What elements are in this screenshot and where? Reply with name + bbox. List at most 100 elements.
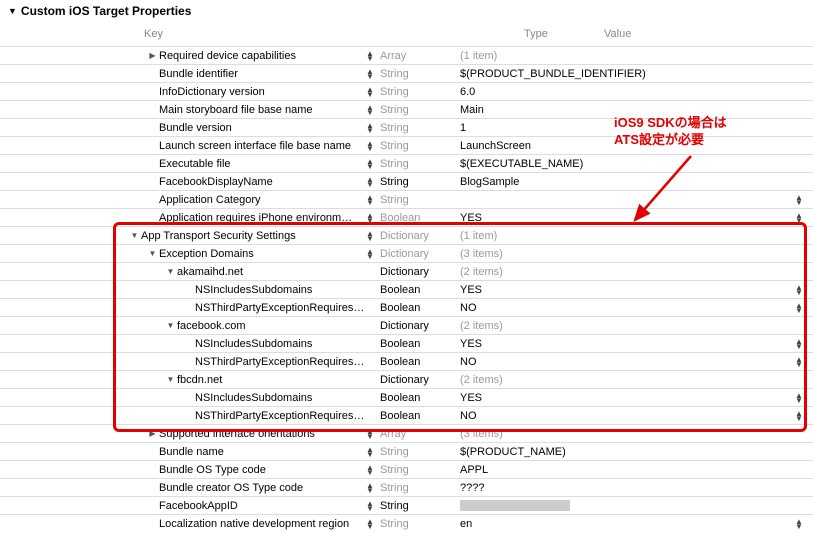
key-stepper-icon[interactable]: ▲▼ [364, 249, 376, 259]
key-text[interactable]: Exception Domains [159, 248, 364, 260]
plist-row[interactable]: Localization native development region▲▼… [0, 514, 813, 532]
type-text[interactable]: Boolean [380, 392, 460, 404]
disclosure-down-icon[interactable]: ▼ [166, 321, 175, 330]
type-text[interactable]: Array [380, 428, 460, 440]
value-cell[interactable]: $(EXECUTABLE_NAME) [460, 158, 793, 170]
disclosure-down-icon[interactable]: ▼ [166, 267, 175, 276]
type-text[interactable]: String [380, 500, 460, 512]
type-text[interactable]: String [380, 140, 460, 152]
type-text[interactable]: String [380, 446, 460, 458]
value-stepper-icon[interactable]: ▲▼ [793, 195, 805, 205]
key-text[interactable]: Bundle version [159, 122, 364, 134]
key-text[interactable]: InfoDictionary version [159, 86, 364, 98]
key-text[interactable]: Main storyboard file base name [159, 104, 364, 116]
value-cell[interactable]: (2 items) [460, 374, 793, 386]
key-stepper-icon[interactable]: ▲▼ [364, 177, 376, 187]
key-text[interactable]: NSIncludesSubdomains [195, 284, 376, 296]
type-text[interactable]: Dictionary [380, 248, 460, 260]
key-stepper-icon[interactable]: ▲▼ [364, 501, 376, 511]
plist-row[interactable]: NSIncludesSubdomainsBooleanYES▲▼ [0, 334, 813, 352]
plist-row[interactable]: NSIncludesSubdomainsBooleanYES▲▼ [0, 280, 813, 298]
value-cell[interactable]: (3 items) [460, 428, 793, 440]
disclosure-down-icon[interactable]: ▼ [130, 231, 139, 240]
key-text[interactable]: Bundle creator OS Type code [159, 482, 364, 494]
plist-row[interactable]: ▼facebook.comDictionary(2 items) [0, 316, 813, 334]
value-cell[interactable]: LaunchScreen [460, 140, 793, 152]
key-text[interactable]: Application requires iPhone environm… [159, 212, 364, 224]
plist-row[interactable]: NSThirdPartyExceptionRequires…BooleanNO▲… [0, 352, 813, 370]
plist-row[interactable]: FacebookDisplayName▲▼StringBlogSample [0, 172, 813, 190]
type-text[interactable]: Boolean [380, 302, 460, 314]
type-text[interactable]: String [380, 122, 460, 134]
key-stepper-icon[interactable]: ▲▼ [364, 429, 376, 439]
plist-row[interactable]: FacebookAppID▲▼String [0, 496, 813, 514]
disclosure-down-icon[interactable]: ▼ [148, 249, 157, 258]
key-text[interactable]: NSIncludesSubdomains [195, 338, 376, 350]
value-cell[interactable]: ???? [460, 482, 793, 494]
type-text[interactable]: String [380, 518, 460, 530]
key-stepper-icon[interactable]: ▲▼ [364, 231, 376, 241]
value-stepper-icon[interactable]: ▲▼ [793, 393, 805, 403]
value-cell[interactable]: $(PRODUCT_BUNDLE_IDENTIFIER) [460, 68, 793, 80]
key-text[interactable]: NSThirdPartyExceptionRequires… [195, 356, 376, 368]
plist-row[interactable]: NSThirdPartyExceptionRequires…BooleanNO▲… [0, 298, 813, 316]
key-text[interactable]: facebook.com [177, 320, 376, 332]
value-stepper-icon[interactable]: ▲▼ [793, 357, 805, 367]
key-stepper-icon[interactable]: ▲▼ [364, 87, 376, 97]
type-text[interactable]: String [380, 482, 460, 494]
col-type[interactable]: Type [520, 26, 600, 42]
key-stepper-icon[interactable]: ▲▼ [364, 69, 376, 79]
key-text[interactable]: Bundle identifier [159, 68, 364, 80]
value-cell[interactable]: en [460, 518, 793, 530]
type-text[interactable]: String [380, 464, 460, 476]
key-text[interactable]: Bundle name [159, 446, 364, 458]
key-text[interactable]: Executable file [159, 158, 364, 170]
type-text[interactable]: Dictionary [380, 374, 460, 386]
key-text[interactable]: Required device capabilities [159, 50, 364, 62]
plist-row[interactable]: Main storyboard file base name▲▼ StringMa… [0, 100, 813, 118]
key-stepper-icon[interactable]: ▲▼ [364, 447, 376, 457]
plist-row[interactable]: NSIncludesSubdomainsBooleanYES▲▼ [0, 388, 813, 406]
value-cell[interactable]: YES [460, 392, 793, 404]
plist-row[interactable]: Bundle name▲▼ String$(PRODUCT_NAME) [0, 442, 813, 460]
key-text[interactable]: NSThirdPartyExceptionRequires… [195, 410, 376, 422]
plist-row[interactable]: Bundle version▲▼String1 [0, 118, 813, 136]
type-text[interactable]: Dictionary [380, 230, 460, 242]
value-cell[interactable]: APPL [460, 464, 793, 476]
plist-row[interactable]: Application Category▲▼String▲▼ [0, 190, 813, 208]
plist-row[interactable]: Bundle OS Type code▲▼StringAPPL [0, 460, 813, 478]
type-text[interactable]: Dictionary [380, 266, 460, 278]
type-text[interactable]: String [380, 104, 460, 116]
key-text[interactable]: Supported interface orientations [159, 428, 364, 440]
plist-row[interactable]: Application requires iPhone environm…▲▼B… [0, 208, 813, 226]
value-cell[interactable] [460, 500, 793, 511]
value-cell[interactable]: 6.0 [460, 86, 793, 98]
plist-row[interactable]: NSThirdPartyExceptionRequires…BooleanNO▲… [0, 406, 813, 424]
plist-row[interactable]: ▶Required device capabilities▲▼Array(1 i… [0, 46, 813, 64]
plist-row[interactable]: ▶Supported interface orientations▲▼ Array… [0, 424, 813, 442]
plist-row[interactable]: Launch screen interface file base name▲▼… [0, 136, 813, 154]
type-text[interactable]: Dictionary [380, 320, 460, 332]
type-text[interactable]: String [380, 158, 460, 170]
key-text[interactable]: akamaihd.net [177, 266, 376, 278]
key-stepper-icon[interactable]: ▲▼ [364, 105, 376, 115]
key-text[interactable]: fbcdn.net [177, 374, 376, 386]
key-stepper-icon[interactable]: ▲▼ [364, 123, 376, 133]
value-cell[interactable]: (2 items) [460, 266, 793, 278]
type-text[interactable]: Boolean [380, 338, 460, 350]
plist-row[interactable]: Bundle creator OS Type code▲▼String???? [0, 478, 813, 496]
value-stepper-icon[interactable]: ▲▼ [793, 411, 805, 421]
key-text[interactable]: Bundle OS Type code [159, 464, 364, 476]
col-value[interactable]: Value [600, 26, 813, 42]
value-cell[interactable]: NO [460, 356, 793, 368]
key-stepper-icon[interactable]: ▲▼ [364, 141, 376, 151]
value-cell[interactable]: Main [460, 104, 793, 116]
key-text[interactable]: NSThirdPartyExceptionRequires… [195, 302, 376, 314]
key-text[interactable]: FacebookDisplayName [159, 176, 364, 188]
col-key[interactable]: Key [140, 26, 520, 42]
key-stepper-icon[interactable]: ▲▼ [364, 519, 376, 529]
value-cell[interactable]: $(PRODUCT_NAME) [460, 446, 793, 458]
type-text[interactable]: Boolean [380, 284, 460, 296]
key-text[interactable]: Launch screen interface file base name [159, 140, 364, 152]
disclosure-right-icon[interactable]: ▶ [148, 429, 157, 438]
